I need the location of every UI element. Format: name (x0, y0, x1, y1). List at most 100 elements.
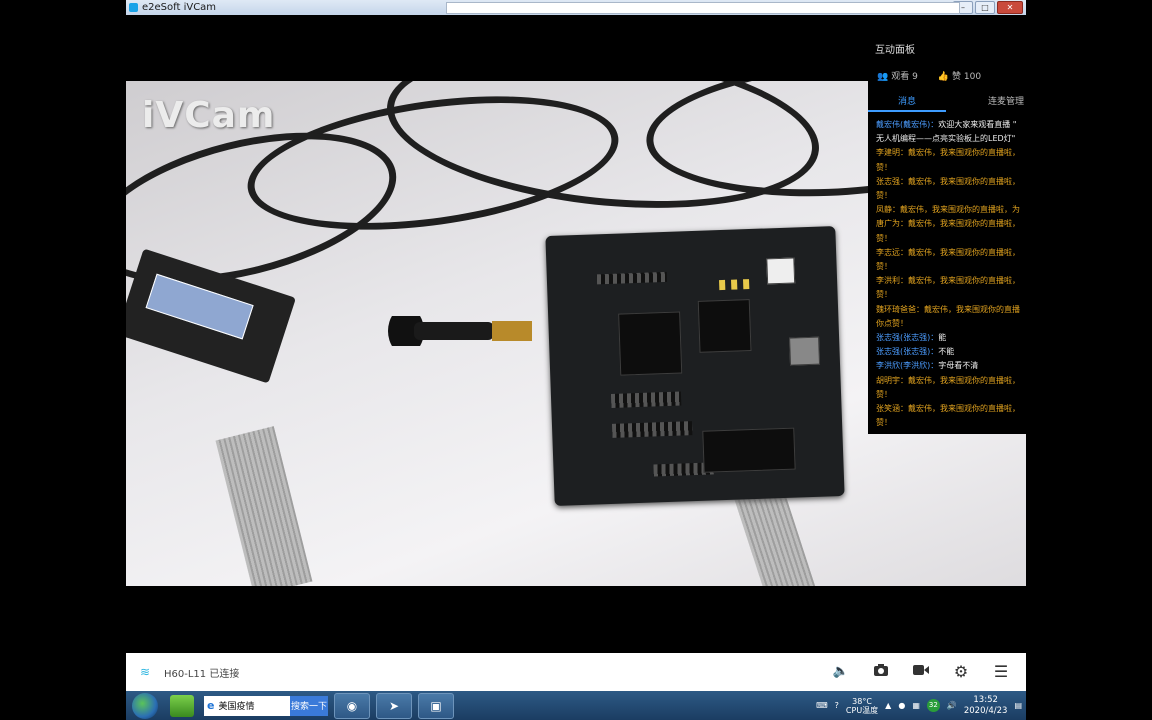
chat-message-text: 戴宏伟，我来围观你的直播啦， (908, 247, 1020, 257)
gear-icon[interactable]: ⚙ (952, 663, 970, 681)
board-led (719, 279, 726, 291)
chat-message-text: 赞！ (876, 191, 892, 201)
chat-message-author[interactable]: 张笑涵： (876, 404, 908, 413)
clock-time: 13:52 (973, 694, 998, 705)
ivcam-watermark: iVCam (142, 95, 276, 136)
chat-message-text: 戴宏伟，我来围观你的直播啦， (908, 176, 1020, 186)
power-connector (766, 257, 796, 285)
chat-message-author[interactable]: 张志强： (876, 177, 908, 186)
chat-message-text: 欢迎大家来观看直播 " (938, 120, 1017, 129)
taskbar-app-arrow[interactable]: ➤ (376, 692, 412, 719)
chat-message: 赞！ (876, 388, 1026, 402)
chat-message-author[interactable]: 李志远： (876, 248, 908, 257)
camera-icon[interactable] (872, 663, 890, 681)
volume-icon[interactable]: 🔈 (832, 663, 850, 681)
board-chip (618, 311, 683, 376)
cpu-temp-label: CPU温度 (845, 705, 879, 715)
chat-message: 唐广为：戴宏伟，我来围观你的直播啦， (876, 217, 1026, 231)
chat-message-text: 赞！ (876, 262, 892, 272)
taskbar-app-webcam[interactable]: ◉ (334, 692, 370, 719)
likes-stat[interactable]: 👍 赞 100 (938, 69, 981, 82)
speaker-icon[interactable]: 🔊 (947, 701, 957, 710)
start-button[interactable] (132, 692, 158, 719)
video-icon[interactable] (912, 663, 930, 681)
tray-badge[interactable]: 32 (926, 699, 940, 712)
chat-message-text: 无人机编程——点亮实验板上的LED灯" (876, 134, 1016, 144)
chat-message: 你点赞！ (876, 317, 1026, 331)
board-led (731, 279, 738, 290)
keyboard-icon[interactable]: ⌨ (816, 701, 828, 710)
tray-app-icon[interactable]: ● (898, 701, 905, 710)
chat-message: 李洪利：戴宏伟，我来围观你的直播啦， (876, 274, 1026, 288)
chat-message-text: 戴宏伟，我来围观你的直播啦， (908, 375, 1020, 385)
chat-message-author[interactable]: 戴宏伟(戴宏伟)： (876, 120, 938, 129)
chat-message-author[interactable]: 李建明： (876, 148, 908, 157)
chat-message-author[interactable]: 唐广为： (876, 219, 908, 228)
cpu-temp-value: 38°C (852, 696, 872, 706)
chat-message-text: 戴宏伟，我来围观你的直播啦， (908, 219, 1020, 229)
board-chip (697, 299, 752, 353)
antenna (388, 316, 532, 346)
thumbs-up-icon: 👍 (937, 72, 950, 82)
chat-message: 张志强(张志强)：不能 (876, 345, 1026, 359)
chat-message-text: 字母看不清 (938, 361, 979, 371)
ivcam-toolbar: ≋ H60-L11 已连接 🔈 ⚙ ☰ (126, 653, 1026, 691)
chat-message-author[interactable]: 胡明宇： (876, 376, 908, 385)
panel-tabs: 消息 连麦管理 (868, 94, 1026, 112)
chat-message: 张志强(张志强)：能 (876, 331, 1026, 345)
title-search-strip (446, 2, 960, 14)
chat-message: 张笑涵：戴宏伟，我来围观你的直播啦， (876, 402, 1026, 416)
show-desktop-icon[interactable]: ▤ (1014, 701, 1022, 710)
chat-message-author[interactable]: 张志强(张志强)： (876, 333, 938, 342)
app-launcher-icon[interactable] (170, 694, 194, 717)
tab-mic-management[interactable]: 连麦管理 (946, 94, 1026, 112)
taskbar-app-photo[interactable]: ▣ (418, 692, 454, 719)
likes-label: 赞 100 (952, 72, 982, 82)
chat-message-text: 赞！ (876, 233, 892, 243)
help-icon[interactable]: ? (835, 701, 839, 710)
chat-message-text: 戴宏伟，我来围观你的直播啦， (908, 148, 1020, 158)
chat-message-author[interactable]: 张志强(张志强)： (876, 347, 938, 356)
close-icon[interactable]: ✕ (997, 1, 1023, 14)
wifi-icon: ≋ (140, 665, 151, 679)
search-input-value: 美国疫情 (218, 702, 255, 712)
window-controls: – □ ✕ (953, 1, 1026, 14)
panel-stats: 👥 观看 9 👍 赞 100 (868, 57, 1026, 82)
usb-programmer-label (145, 273, 254, 340)
pin-header (596, 271, 668, 285)
chat-message-author[interactable]: 凤静： (876, 205, 900, 214)
pin-header (611, 421, 693, 438)
chat-message: 赞！ (876, 288, 1026, 302)
network-icon[interactable]: ▦ (912, 701, 920, 710)
chat-message: 无人机编程——点亮实验板上的LED灯" (876, 132, 1026, 146)
chat-message-author[interactable]: 魏环琦爸爸： (876, 305, 924, 314)
chat-message: 凤静：戴宏伟，我来围观你的直播啦，为 (876, 203, 1026, 217)
window-titlebar[interactable]: e2eSoft iVCam – □ ✕ (126, 0, 1026, 15)
search-button[interactable]: 搜索一下 (290, 695, 328, 716)
chat-message-text: 赞！ (876, 418, 892, 428)
chat-message: 赞！ (876, 232, 1026, 246)
ie-icon: e (207, 699, 215, 712)
ribbon-cable (215, 426, 313, 586)
chat-message: 魏环琦爸爸：戴宏伟，我来围观你的直播 (876, 303, 1026, 317)
app-icon (129, 3, 138, 12)
chat-message: 赞！ (876, 260, 1026, 274)
chat-message: 李建明：戴宏伟，我来围观你的直播啦， (876, 146, 1026, 160)
search-input[interactable]: e 美国疫情 (204, 695, 290, 716)
maximize-icon[interactable]: □ (975, 1, 995, 14)
tab-messages[interactable]: 消息 (868, 94, 946, 112)
chat-message-text: 赞！ (876, 290, 892, 300)
chat-message: 胡明宇：戴宏伟，我来围观你的直播啦， (876, 374, 1026, 388)
chat-message: 戴宏伟(戴宏伟)：欢迎大家来观看直播 " (876, 118, 1026, 132)
system-tray: ⌨ ? 38°C CPU温度 ▲ ● ▦ 32 🔊 13:52 2020/4/2… (816, 695, 1026, 717)
menu-icon[interactable]: ☰ (992, 663, 1010, 681)
window-title: e2eSoft iVCam (142, 2, 217, 13)
message-list: 戴宏伟(戴宏伟)：欢迎大家来观看直播 " 无人机编程——点亮实验板上的LED灯" 李… (868, 112, 1026, 430)
chat-message-author[interactable]: 李洪欣(李洪欣)： (876, 361, 938, 370)
tray-expand-icon[interactable]: ▲ (885, 701, 891, 710)
chat-message-author[interactable]: 李洪利： (876, 276, 908, 285)
chat-message-text: 能 (938, 333, 947, 343)
clock[interactable]: 13:52 2020/4/23 (964, 695, 1008, 717)
pin-header (610, 391, 682, 408)
chat-message: 赞！ (876, 416, 1026, 430)
